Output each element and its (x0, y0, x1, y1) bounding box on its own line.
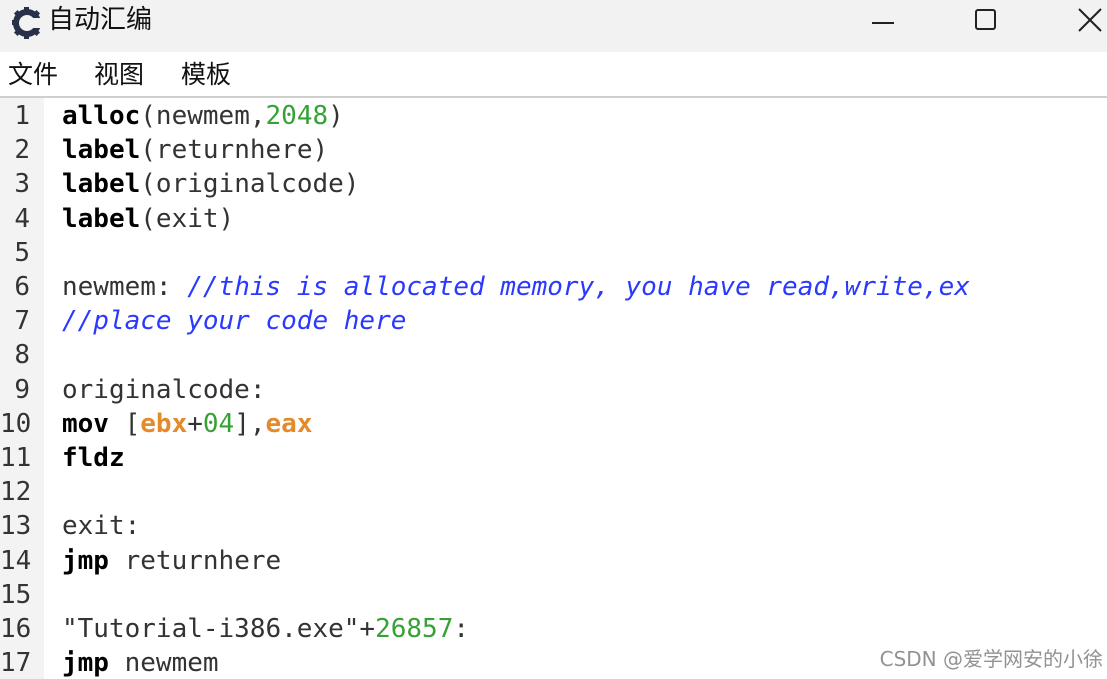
line-number: 17 (0, 648, 32, 679)
menu-template[interactable]: 模板 (181, 57, 231, 93)
line-number: 14 (0, 545, 32, 576)
code-text: label(exit) (62, 202, 234, 236)
code-line[interactable]: 14 jmp returnhere (0, 544, 1107, 578)
code-token-plain: (exit) (140, 203, 235, 234)
code-text: jmp returnhere (62, 544, 281, 578)
code-line[interactable]: 7 //place your code here (0, 304, 1107, 338)
code-text: "Tutorial-i386.exe"+26857: (62, 612, 469, 646)
code-line[interactable]: 8 (0, 338, 1107, 372)
code-text: originalcode: (62, 373, 266, 407)
code-text: fldz (62, 441, 125, 475)
line-number: 16 (0, 614, 32, 644)
code-text: label(originalcode) (62, 167, 359, 201)
code-token-kw: label (62, 203, 141, 234)
code-token-plain: newmem: (62, 272, 188, 302)
code-token-kw: alloc (62, 101, 141, 131)
line-number: 15 (0, 579, 32, 610)
code-token-reg: eax (265, 408, 313, 439)
code-token-comment: //this is allocated memory, you have rea… (187, 272, 970, 302)
line-number: 11 (0, 443, 32, 473)
code-token-kw: jmp (62, 648, 109, 679)
menu-file[interactable]: 文件 (8, 57, 58, 93)
code-line[interactable]: 10 mov [ebx+04],eax (0, 407, 1107, 441)
code-token-plain: "Tutorial-i386.exe"+ (62, 614, 376, 644)
close-button[interactable] (1060, 0, 1107, 40)
code-token-plain: (returnhere) (140, 135, 329, 166)
code-text: alloc(newmem,2048) (62, 99, 344, 133)
code-token-plain: (originalcode) (140, 169, 360, 200)
line-number: 4 (14, 203, 30, 234)
code-line[interactable]: 6 newmem: //this is allocated memory, you… (0, 270, 1107, 304)
code-token-kw: jmp (62, 545, 109, 576)
code-token-num: 04 (202, 408, 235, 439)
code-line[interactable]: 2 label(returnhere) (0, 133, 1107, 167)
code-token-plain: [ (108, 408, 141, 439)
line-number: 1 (14, 101, 30, 131)
line-number: 2 (14, 135, 30, 166)
code-token-kw: label (62, 135, 141, 166)
line-number: 13 (0, 511, 32, 542)
code-token-comment: //place your code here (62, 306, 407, 337)
code-line[interactable]: 12 (0, 475, 1107, 509)
code-text: jmp newmem (62, 646, 219, 679)
code-token-plain: ], (234, 408, 266, 439)
code-text: mov [ebx+04],eax (62, 407, 313, 441)
code-line[interactable]: 1 alloc(newmem,2048) (0, 99, 1107, 133)
line-number: 12 (0, 477, 32, 508)
code-text: //place your code here (62, 304, 406, 338)
code-token-plain: returnhere (108, 545, 282, 576)
watermark: CSDN @爱学网安的小徐 (879, 647, 1103, 671)
code-text: newmem: //this is allocated memory, you … (62, 270, 970, 304)
code-token-plain: newmem (108, 648, 219, 679)
line-number: 5 (14, 237, 30, 268)
code-token-num: 26857 (375, 614, 454, 644)
code-text: label(returnhere) (62, 133, 328, 167)
code-line[interactable]: 15 (0, 578, 1107, 612)
code-token-plain: (newmem, (140, 101, 266, 131)
menu-bar: 文件 视图 模板 (0, 52, 1107, 97)
code-token-plain: : (453, 614, 470, 644)
line-number: 9 (14, 374, 30, 405)
close-icon (1078, 8, 1102, 32)
line-number: 10 (0, 408, 32, 439)
code-token-plain: + (187, 408, 203, 439)
minimize-button[interactable] (853, 0, 913, 40)
code-line[interactable]: 5 (0, 236, 1107, 270)
title-bar: 自动汇编 (0, 0, 1107, 52)
code-token-kw: fldz (62, 443, 125, 473)
code-line[interactable]: 11 fldz (0, 441, 1107, 475)
code-token-reg: ebx (140, 408, 188, 439)
code-editor[interactable]: 1 alloc(newmem,2048) 2 label(returnhere) 3 la… (0, 98, 1107, 679)
line-number: 3 (14, 169, 30, 200)
cheat-engine-gear-icon (10, 5, 44, 39)
menu-view[interactable]: 视图 (94, 57, 144, 93)
code-text: exit: (62, 509, 140, 543)
code-line[interactable]: 13 exit: (0, 509, 1107, 543)
code-token-plain: exit: (62, 511, 141, 542)
code-token-plain: originalcode: (62, 374, 266, 405)
code-line[interactable]: 3 label(originalcode) (0, 167, 1107, 201)
code-token-num: 2048 (265, 101, 329, 131)
code-line[interactable]: 16 "Tutorial-i386.exe"+26857: (0, 612, 1107, 646)
code-token-kw: mov (62, 408, 109, 439)
line-number: 7 (14, 306, 30, 337)
maximize-icon (975, 9, 996, 30)
code-token-kw: label (62, 169, 141, 200)
code-line[interactable]: 4 label(exit) (0, 202, 1107, 236)
minimize-icon (872, 22, 894, 24)
line-number: 6 (14, 272, 30, 302)
window-title: 自动汇编 (48, 5, 153, 35)
code-line[interactable]: 9 originalcode: (0, 373, 1107, 407)
line-number: 8 (14, 340, 30, 371)
code-token-plain: ) (328, 101, 344, 131)
maximize-button[interactable] (956, 0, 1016, 40)
